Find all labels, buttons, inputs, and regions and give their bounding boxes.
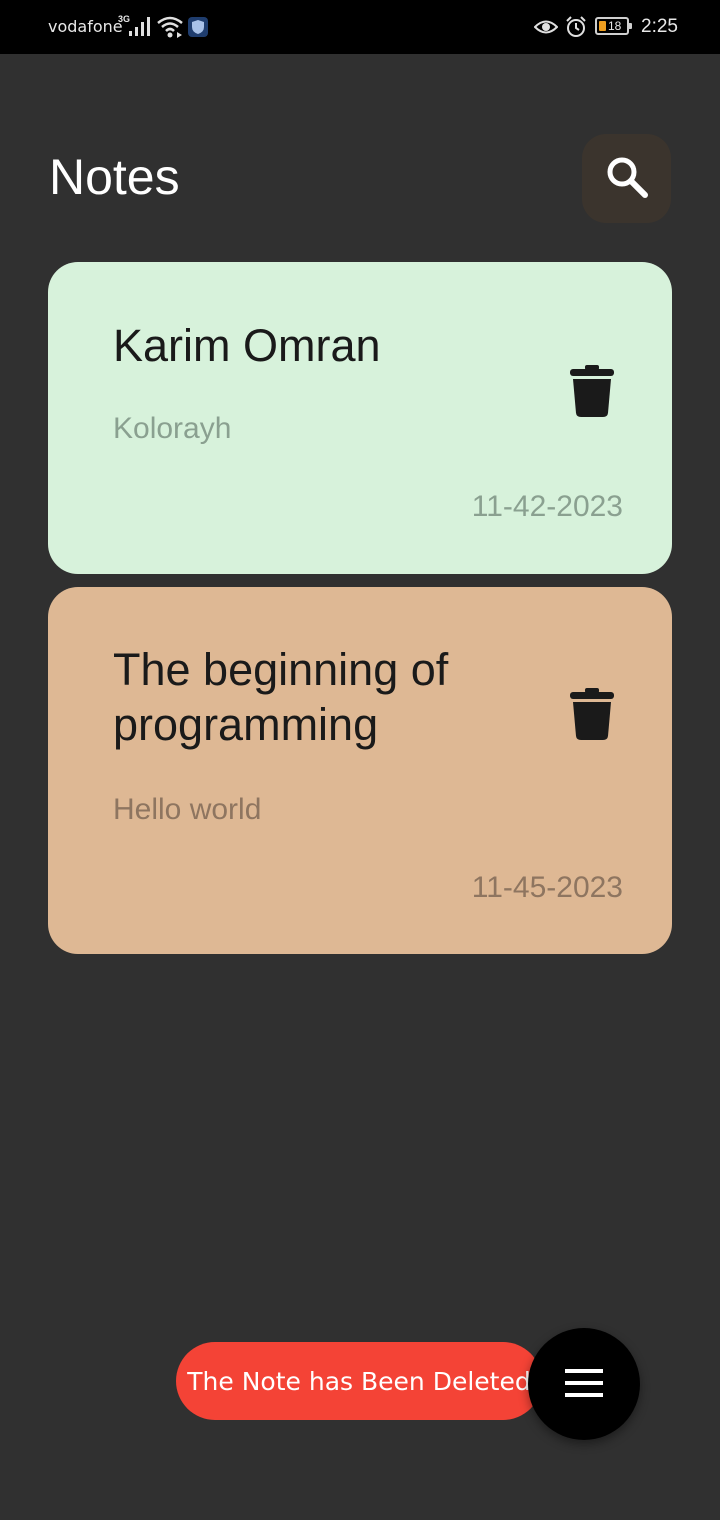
battery-icon: 18 bbox=[595, 17, 632, 35]
note-title: Karim Omran bbox=[113, 320, 381, 371]
wifi-icon bbox=[156, 15, 184, 44]
battery-level: 18 bbox=[608, 19, 622, 33]
note-date: 11-45-2023 bbox=[471, 871, 623, 904]
search-icon bbox=[605, 155, 649, 202]
carrier-name: vodafone bbox=[48, 17, 123, 36]
signal-icon bbox=[128, 16, 152, 41]
note-date: 11-42-2023 bbox=[471, 490, 623, 523]
delete-note-button[interactable] bbox=[570, 365, 614, 417]
note-body: Kolorayh bbox=[113, 412, 232, 445]
menu-fab-button[interactable] bbox=[528, 1328, 640, 1440]
page-title: Notes bbox=[49, 149, 180, 205]
notes-screen: vodafone 3G 18 2:25 Notes Karim Omran Ko… bbox=[0, 0, 720, 1520]
status-bar: vodafone 3G 18 2:25 bbox=[0, 0, 720, 54]
note-body: Hello world bbox=[113, 793, 262, 826]
snackbar-message: The Note has Been Deleted bbox=[176, 1342, 542, 1420]
clock-time: 2:25 bbox=[641, 16, 678, 37]
search-button[interactable] bbox=[582, 134, 671, 223]
alarm-icon bbox=[564, 15, 588, 44]
note-title: The beginning of programming bbox=[113, 644, 449, 750]
shield-icon bbox=[188, 17, 208, 42]
trash-icon bbox=[570, 688, 614, 743]
note-card[interactable]: Karim Omran Kolorayh 11-42-2023 bbox=[48, 262, 672, 574]
delete-note-button[interactable] bbox=[570, 688, 614, 740]
note-card[interactable]: The beginning of programming Hello world… bbox=[48, 587, 672, 954]
eye-icon bbox=[533, 17, 559, 42]
menu-icon bbox=[565, 1368, 603, 1400]
trash-icon bbox=[570, 365, 614, 420]
